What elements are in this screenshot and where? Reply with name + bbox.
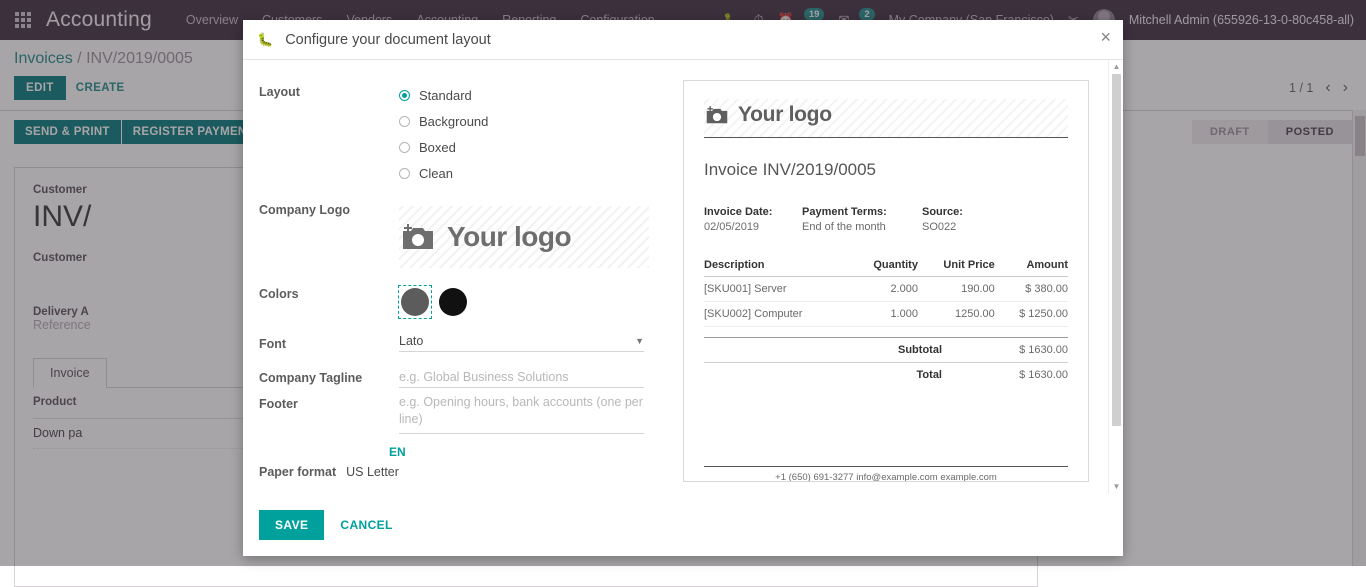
font-select[interactable]: Lato ▼ (399, 334, 644, 352)
preview-meta-source: Source: SO022 (922, 206, 1020, 233)
column-description: Description (704, 255, 851, 277)
color-swatch-primary-dot[interactable] (401, 288, 429, 316)
company-tagline-input[interactable] (399, 368, 644, 388)
table-row: [SKU001] Server 2.000 190.00 $ 380.00 (704, 277, 1068, 302)
radio-standard-icon[interactable] (399, 90, 410, 101)
field-font: Font Lato ▼ (259, 334, 663, 352)
save-button[interactable]: SAVE (259, 510, 324, 540)
preview-invoice-title: Invoice INV/2019/0005 (704, 160, 1068, 180)
table-row: [SKU002] Computer 1.000 1250.00 $ 1250.0… (704, 302, 1068, 327)
bug-icon: 🐛 (257, 32, 273, 48)
cell-unit-price: 190.00 (918, 277, 995, 302)
meta-value: 02/05/2019 (704, 221, 802, 233)
radio-boxed-label: Boxed (419, 140, 456, 155)
field-company-logo: Company Logo Your logo (259, 200, 663, 268)
font-label: Font (259, 334, 399, 352)
invoice-preview-paper: Your logo Invoice INV/2019/0005 Invoice … (683, 80, 1089, 482)
cell-quantity: 1.000 (851, 302, 918, 327)
field-company-tagline: Company Tagline (259, 368, 663, 388)
paper-format-value[interactable]: US Letter (346, 465, 399, 479)
dialog-header: 🐛 Configure your document layout × (243, 20, 1123, 60)
meta-value: End of the month (802, 221, 922, 233)
close-icon[interactable]: × (1100, 28, 1111, 46)
dialog-footer: SAVE CANCEL (243, 494, 1123, 556)
totals-label: Total (704, 363, 964, 388)
preview-meta-payment-terms: Payment Terms: End of the month (802, 206, 922, 233)
totals-value: $ 1630.00 (964, 338, 1068, 363)
cell-description: [SKU002] Computer (704, 302, 851, 327)
radio-option-standard[interactable]: Standard (399, 82, 663, 108)
layout-label: Layout (259, 82, 399, 186)
color-swatch-primary[interactable] (399, 286, 431, 318)
cell-amount: $ 380.00 (995, 277, 1068, 302)
color-swatch-secondary-dot[interactable] (439, 288, 467, 316)
scroll-down-icon[interactable]: ▼ (1112, 482, 1121, 492)
table-header-row: Description Quantity Unit Price Amount (704, 255, 1068, 277)
preview-meta-invoice-date: Invoice Date: 02/05/2019 (704, 206, 802, 233)
column-quantity: Quantity (851, 255, 918, 277)
company-logo-upload[interactable]: Your logo (399, 206, 649, 268)
field-colors: Colors (259, 284, 663, 318)
totals-row-subtotal: Subtotal $ 1630.00 (704, 338, 1068, 363)
totals-row-total: Total $ 1630.00 (704, 363, 1068, 388)
cell-unit-price: 1250.00 (918, 302, 995, 327)
dialog-title: Configure your document layout (285, 32, 491, 48)
radio-option-clean[interactable]: Clean (399, 160, 663, 186)
radio-option-boxed[interactable]: Boxed (399, 134, 663, 160)
document-preview: Your logo Invoice INV/2019/0005 Invoice … (663, 60, 1123, 494)
add-photo-icon (704, 104, 730, 126)
cell-amount: $ 1250.00 (995, 302, 1068, 327)
meta-value: SO022 (922, 221, 1020, 233)
field-footer: Footer (259, 394, 663, 439)
field-paper-format: Paper format US Letter (259, 465, 663, 479)
dialog-scrollbar[interactable]: ▲ ▼ (1108, 60, 1123, 494)
radio-background-label: Background (419, 114, 488, 129)
footer-input[interactable] (399, 394, 644, 434)
scroll-up-icon[interactable]: ▲ (1112, 62, 1121, 72)
radio-boxed-icon[interactable] (399, 142, 410, 153)
preview-footer: +1 (650) 691-3277 info@example.com examp… (704, 466, 1068, 482)
preview-lines-table: Description Quantity Unit Price Amount [… (704, 255, 1068, 327)
footer-label: Footer (259, 394, 399, 439)
paper-format-label: Paper format (259, 465, 336, 479)
color-swatches (399, 286, 663, 318)
radio-background-icon[interactable] (399, 116, 410, 127)
dialog-body: Layout Standard Background Boxed (243, 60, 1123, 494)
preview-logo: Your logo (704, 99, 1068, 137)
meta-key: Invoice Date: (704, 206, 802, 218)
font-value: Lato (399, 334, 423, 348)
radio-standard-label: Standard (419, 88, 472, 103)
column-unit-price: Unit Price (918, 255, 995, 277)
totals-value: $ 1630.00 (964, 363, 1068, 388)
cell-quantity: 2.000 (851, 277, 918, 302)
cell-description: [SKU001] Server (704, 277, 851, 302)
dialog-scrollbar-thumb[interactable] (1112, 74, 1121, 426)
colors-label: Colors (259, 284, 399, 318)
company-tagline-label: Company Tagline (259, 368, 399, 388)
language-tag[interactable]: EN (389, 445, 663, 459)
meta-key: Payment Terms: (802, 206, 922, 218)
configure-document-layout-dialog: 🐛 Configure your document layout × Layou… (243, 20, 1123, 556)
layout-form: Layout Standard Background Boxed (243, 60, 663, 494)
meta-key: Source: (922, 206, 1020, 218)
color-swatch-secondary[interactable] (437, 286, 469, 318)
field-layout: Layout Standard Background Boxed (259, 82, 663, 186)
preview-meta: Invoice Date: 02/05/2019 Payment Terms: … (704, 206, 1068, 233)
chevron-down-icon[interactable]: ▼ (635, 336, 644, 346)
company-logo-label: Company Logo (259, 200, 399, 268)
radio-clean-icon[interactable] (399, 168, 410, 179)
preview-header-rule (704, 137, 1068, 138)
company-logo-text: Your logo (447, 221, 571, 253)
totals-label: Subtotal (704, 338, 964, 363)
cancel-button[interactable]: CANCEL (340, 518, 392, 532)
add-photo-icon (399, 221, 437, 253)
radio-option-background[interactable]: Background (399, 108, 663, 134)
radio-clean-label: Clean (419, 166, 453, 181)
preview-logo-text: Your logo (738, 103, 832, 127)
preview-totals-table: Subtotal $ 1630.00 Total $ 1630.00 (704, 337, 1068, 387)
column-amount: Amount (995, 255, 1068, 277)
